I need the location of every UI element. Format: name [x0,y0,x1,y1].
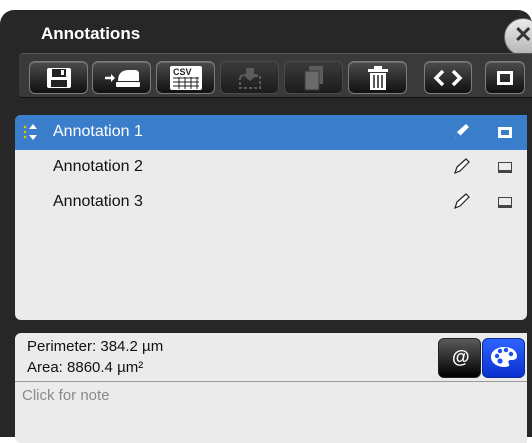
export-csv-button[interactable]: CSV [156,61,215,94]
area-text: Area: 8860.4 µm² [27,359,144,376]
chevron-left-right-icon [433,69,463,86]
close-button[interactable]: ✕ [504,18,532,56]
visibility-toggle[interactable] [498,162,512,173]
close-icon: ✕ [514,22,532,47]
visibility-toggle[interactable] [498,197,512,208]
floppy-disk-icon [46,67,71,88]
visibility-toggle[interactable] [498,127,512,138]
csv-icon: CSV [169,65,202,90]
perimeter-text: Perimeter: 384.2 µm [27,338,164,355]
copy-button[interactable] [284,61,343,94]
info-section: Perimeter: 384.2 µm Area: 8860.4 µm² @ C… [15,333,527,443]
import-icon [104,69,140,87]
toggle-all-visibility-button[interactable] [485,61,525,94]
annotation-list: Annotation 1 Annotation 2 Annotation 3 [15,115,527,320]
svg-text:CSV: CSV [173,67,192,77]
drag-handle-icon[interactable] [22,123,38,141]
at-icon: @ [452,347,470,367]
move-button[interactable] [220,61,279,94]
pencil-icon[interactable] [452,158,470,176]
trash-icon [367,65,388,90]
divider [15,381,527,382]
copy-icon [304,65,323,90]
import-button[interactable] [92,61,151,94]
annotation-label: Annotation 2 [53,158,143,175]
toolbar: CSV [19,53,532,98]
annotations-panel: Annotations ✕ CSV Annotation 1 Annotatio… [0,10,532,443]
annotation-label: Annotation 3 [53,193,143,210]
list-item[interactable]: Annotation 1 [15,115,527,150]
pencil-icon[interactable] [452,193,470,211]
square-icon [497,70,513,85]
move-icon [238,67,261,89]
pencil-icon[interactable] [452,123,470,141]
save-button[interactable] [29,61,88,94]
panel-title: Annotations [41,24,141,43]
annotation-label: Annotation 1 [53,123,143,140]
list-item[interactable]: Annotation 2 [15,150,527,185]
at-button[interactable]: @ [438,338,481,378]
palette-icon [491,347,517,367]
color-palette-button[interactable] [482,338,525,378]
note-field[interactable]: Click for note [22,387,110,404]
delete-button[interactable] [348,61,407,94]
list-item[interactable]: Annotation 3 [15,185,527,220]
prev-next-button[interactable] [424,61,472,94]
